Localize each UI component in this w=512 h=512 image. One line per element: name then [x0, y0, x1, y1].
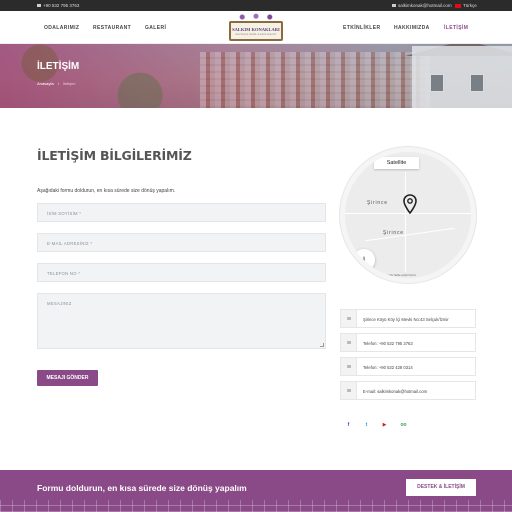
- youtube-icon[interactable]: ▶: [379, 421, 390, 429]
- turkey-flag-icon: [455, 3, 461, 8]
- support-contact-button[interactable]: DESTEK & İLETİŞİM: [406, 479, 476, 496]
- nav-events[interactable]: ETKİNLİKLER: [343, 25, 380, 31]
- mail-icon: [392, 4, 396, 8]
- phone1-row[interactable]: Telefon: +90 532 795 3763: [340, 333, 476, 352]
- nav-rooms[interactable]: ODALARIMIZ: [44, 25, 79, 31]
- phone1-text: Telefon: +90 532 795 3763: [363, 341, 413, 346]
- map-road: [365, 227, 455, 242]
- location-icon: [341, 310, 357, 327]
- email-field[interactable]: E-MAİL ADRESİNİZ *: [37, 233, 326, 252]
- facebook-icon[interactable]: f: [343, 421, 354, 429]
- main-header: ODALARIMIZ RESTAURANT GALERİ SALKIM KONA…: [0, 11, 512, 44]
- cta-text: Formu doldurun, en kısa sürede size dönü…: [37, 483, 247, 493]
- map-attribution: Google Harita verileri Terms: [385, 274, 416, 277]
- breadcrumb-current: İletişim: [63, 81, 76, 86]
- site-logo[interactable]: SALKIM KONAKLARI BOUTIQUE HOTEL & RESTAU…: [227, 13, 285, 43]
- mail-icon: [341, 382, 357, 399]
- language-selector[interactable]: Türkçe: [455, 3, 477, 8]
- nav-about[interactable]: HAKKIMIZDA: [394, 25, 430, 31]
- nav-contact[interactable]: İLETİŞİM: [444, 25, 468, 31]
- language-label: Türkçe: [463, 3, 477, 8]
- page-title: İLETİŞİM: [37, 61, 80, 72]
- location-map[interactable]: Satellite Şirince Şirince ⬇ Google Harit…: [340, 147, 476, 283]
- topbar-email[interactable]: salkimkonak@hotmail.com: [392, 3, 452, 8]
- phone-icon: [37, 4, 41, 8]
- nav-restaurant[interactable]: RESTAURANT: [93, 25, 131, 31]
- phone-icon: [341, 334, 357, 351]
- logo-name: SALKIM KONAKLARI: [232, 27, 280, 32]
- phone-icon: [341, 358, 357, 375]
- contact-title: İLETİŞİM BİLGİLERİMİZ: [37, 148, 192, 163]
- cta-banner: Formu doldurun, en kısa sürede size dönü…: [0, 470, 512, 512]
- phone-field[interactable]: TELEFON NO *: [37, 263, 326, 282]
- hero-house: [412, 46, 512, 108]
- hero-window: [470, 74, 484, 92]
- twitter-icon[interactable]: t: [361, 421, 372, 429]
- cta-pattern: [0, 500, 512, 512]
- topbar-phone-text: +90 532 795 3763: [43, 3, 80, 8]
- street-view-icon[interactable]: ⬇: [353, 249, 375, 271]
- map-place-label: Şirince: [367, 200, 388, 206]
- send-message-button[interactable]: MESAJI GÖNDER: [37, 370, 98, 386]
- map-pin-icon[interactable]: [403, 194, 417, 214]
- phone2-row[interactable]: Telefon: +90 532 428 0314: [340, 357, 476, 376]
- logo-board: SALKIM KONAKLARI BOUTIQUE HOTEL & RESTAU…: [229, 21, 283, 41]
- map-road: [405, 172, 406, 272]
- top-bar: +90 532 795 3763 salkimkonak@hotmail.com…: [0, 0, 512, 11]
- topbar-email-text: salkimkonak@hotmail.com: [398, 3, 452, 8]
- email-row[interactable]: E-mail: salkimkonak@hotmail.com: [340, 381, 476, 400]
- topbar-phone[interactable]: +90 532 795 3763: [37, 3, 79, 8]
- breadcrumb-separator: /: [57, 81, 59, 86]
- breadcrumb: Anasayfa / İletişim: [37, 81, 76, 86]
- hero-village: [200, 52, 430, 108]
- resize-handle[interactable]: [320, 343, 324, 347]
- page-hero: İLETİŞİM Anasayfa / İletişim: [0, 44, 512, 108]
- nav-gallery[interactable]: GALERİ: [145, 25, 166, 31]
- map-place-label: Şirince: [383, 230, 404, 236]
- email-text: E-mail: salkimkonak@hotmail.com: [363, 389, 428, 394]
- address-row: Şirince Köyü Köy İçi Mevki No:43 Selçuk/…: [340, 309, 476, 328]
- wisteria-icon: [233, 13, 279, 21]
- hero-window: [430, 74, 444, 92]
- address-text: Şirince Köyü Köy İçi Mevki No:43 Selçuk/…: [363, 317, 449, 322]
- logo-tagline: BOUTIQUE HOTEL & RESTAURANT: [235, 33, 277, 36]
- hero-trees: [0, 44, 200, 108]
- breadcrumb-home[interactable]: Anasayfa: [37, 81, 54, 86]
- phone2-text: Telefon: +90 532 428 0314: [363, 365, 413, 370]
- name-field[interactable]: İSİM SOYİSİM *: [37, 203, 326, 222]
- contact-intro: Aşağıdaki formu doldurun, en kısa sürede…: [37, 188, 176, 194]
- tripadvisor-icon[interactable]: oo: [398, 421, 409, 429]
- message-placeholder: MESAJINIZ: [47, 301, 72, 306]
- satellite-toggle[interactable]: Satellite: [374, 157, 419, 169]
- message-field[interactable]: MESAJINIZ: [37, 293, 326, 349]
